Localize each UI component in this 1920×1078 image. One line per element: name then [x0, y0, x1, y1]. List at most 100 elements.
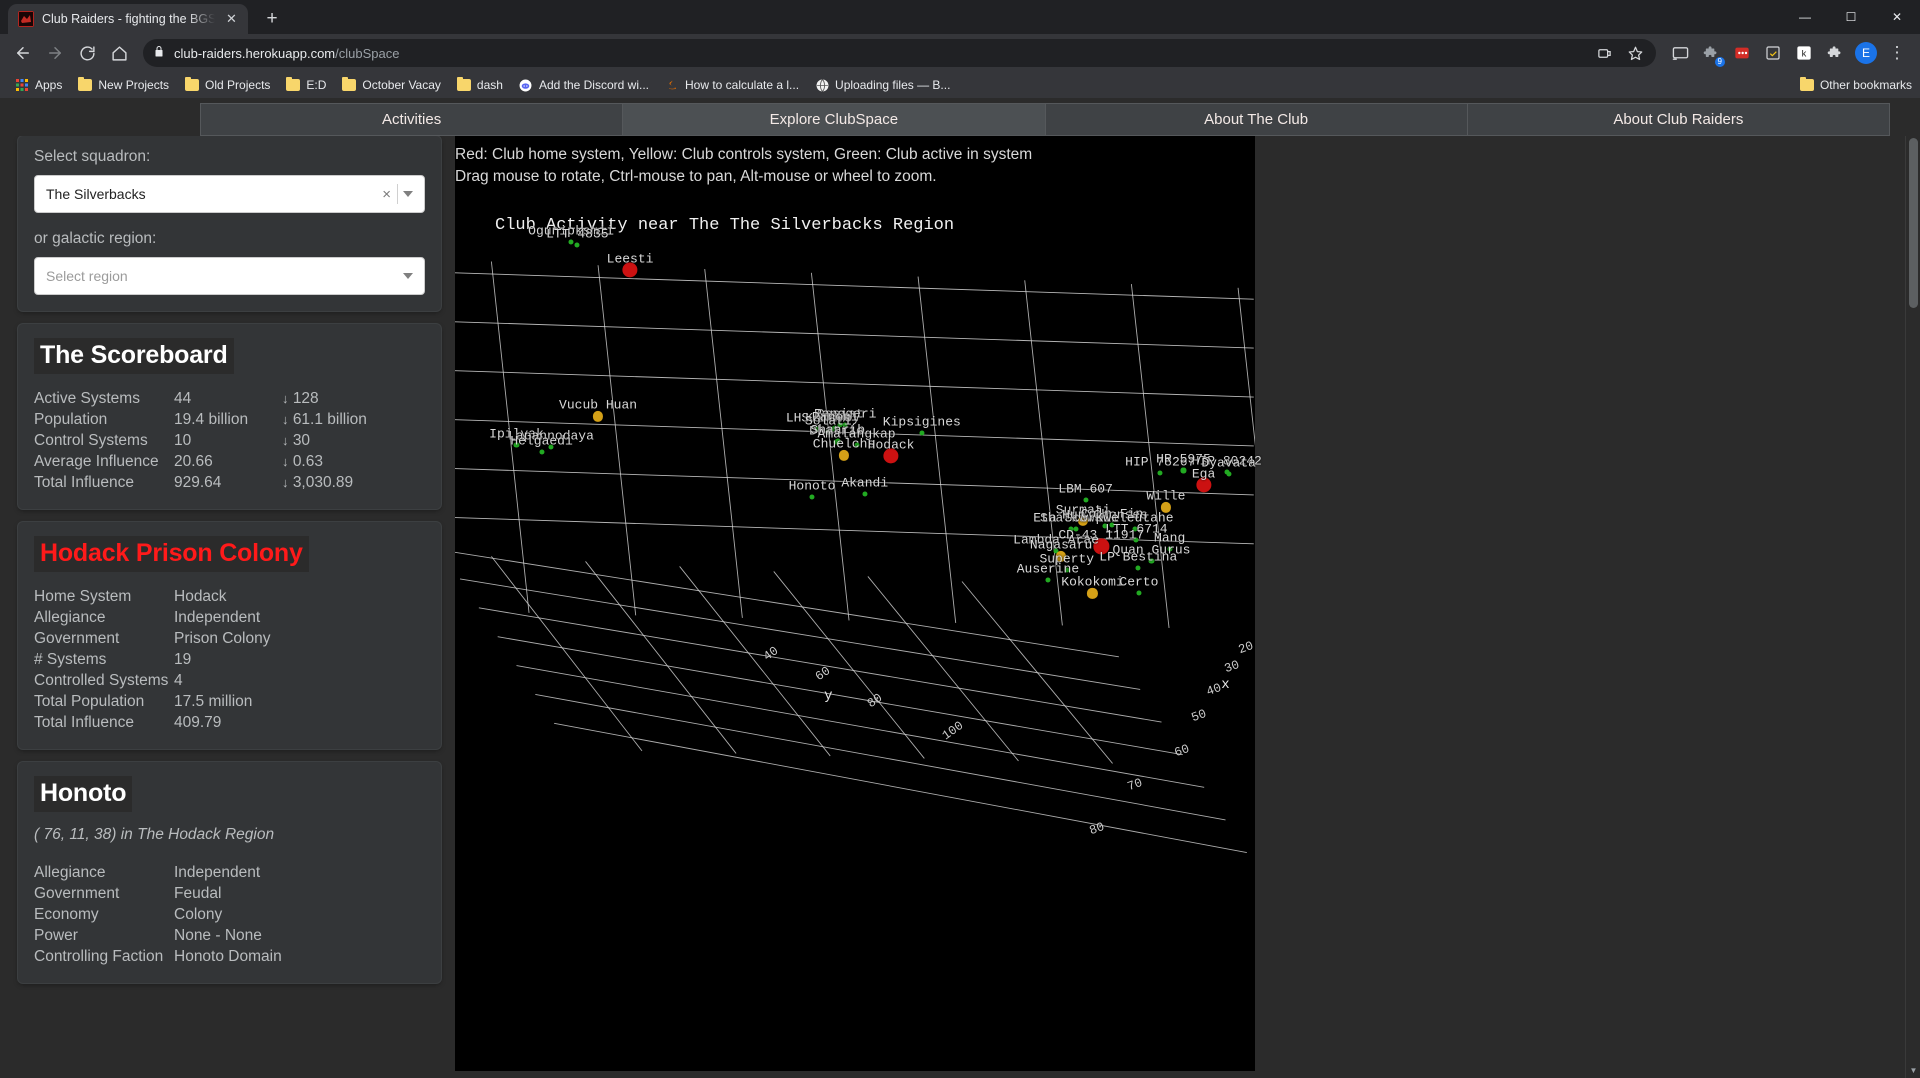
bookmark-october-vacay[interactable]: October Vacay [335, 75, 447, 95]
extension-puzzle-icon[interactable]: 9 [1696, 38, 1726, 68]
row-key: # Systems [34, 650, 107, 668]
profile-avatar[interactable]: E [1851, 38, 1881, 68]
scoreboard-table: Active Systems 44 ↓ 128 Population 19.4 … [34, 388, 425, 493]
table-row: Controlling Faction Honoto Domain [34, 946, 425, 967]
page-scrollbar[interactable]: ▲ ▼ [1905, 136, 1920, 1078]
lastpass-icon[interactable] [1727, 38, 1757, 68]
bookmark-label: Add the Discord wi... [538, 78, 649, 92]
clear-icon[interactable]: × [376, 186, 397, 203]
other-bookmarks[interactable]: Other bookmarks [1793, 75, 1912, 95]
forward-icon[interactable] [40, 38, 70, 68]
system-label: Akandi [841, 475, 889, 491]
globe-icon [815, 78, 829, 92]
row-delta: ↓ 61.1 billion [282, 409, 425, 430]
folder-icon [456, 76, 471, 92]
table-row: Power None - None [34, 925, 425, 946]
squadron-value: The Silverbacks [46, 186, 146, 202]
row-key: Population [34, 410, 108, 428]
close-icon[interactable]: ✕ [223, 11, 240, 28]
bookmark-old-projects[interactable]: Old Projects [178, 75, 277, 95]
row-key: Total Population [34, 692, 145, 710]
chevron-down-icon[interactable] [403, 191, 413, 197]
system-label: Vucub Huan [559, 397, 638, 413]
tab-activities[interactable]: Activities [200, 103, 624, 136]
row-value: Hodack [174, 587, 227, 605]
system-label: LP Bestina [1099, 549, 1178, 565]
address-bar[interactable]: club-raiders.herokuapp.com/clubSpace [143, 39, 1656, 67]
row-delta: ↓ 3,030.89 [282, 472, 425, 493]
bookmark-how-to-calculate[interactable]: How to calculate a l... [658, 75, 806, 95]
region-select[interactable]: Select region [34, 257, 425, 295]
other-bookmarks-label: Other bookmarks [1819, 78, 1912, 92]
bookmark-uploading-files[interactable]: Uploading files — B... [808, 75, 957, 95]
svg-text:k: k [1802, 48, 1807, 58]
bookmark-label: New Projects [98, 78, 170, 92]
tab-about-the-club[interactable]: About The Club [1045, 103, 1468, 136]
tab-explore-clubspace[interactable]: Explore ClubSpace [623, 103, 1046, 136]
galaxy-3d-plot[interactable]: Red: Club home system, Yellow: Club cont… [455, 136, 1262, 1071]
table-row: Total Influence 409.79 [34, 712, 425, 733]
bookmark-label: dash [476, 78, 503, 92]
folder-icon [286, 76, 301, 92]
browser-tab[interactable]: Club Raiders - fighting the BGS w ✕ [8, 4, 248, 34]
folder-icon [78, 76, 93, 92]
bookmark-new-projects[interactable]: New Projects [71, 75, 176, 95]
browser-toolbar: club-raiders.herokuapp.com/clubSpace 9 k… [0, 34, 1920, 72]
row-key: Control Systems [34, 431, 148, 449]
bookmark-ed[interactable]: E:D [279, 75, 333, 95]
tab-strip: Club Raiders - fighting the BGS w ✕ + — … [0, 0, 1920, 34]
kite-extension-icon[interactable]: k [1789, 38, 1819, 68]
system-table: Allegiance Independent Government Feudal E… [34, 862, 425, 967]
table-row: Controlled Systems 4 [34, 670, 425, 691]
system-label: Leesti [606, 251, 654, 267]
row-value: 19.4 billion [174, 410, 249, 428]
nav-tab-label: Explore ClubSpace [769, 111, 899, 128]
chevron-down-icon[interactable] [403, 273, 413, 279]
minimize-icon[interactable]: — [1782, 0, 1828, 34]
bookmark-discord[interactable]: Add the Discord wi... [512, 75, 656, 95]
window-controls: — ☐ ✕ [1782, 0, 1920, 34]
table-row: Economy Colony [34, 904, 425, 925]
bookmark-star-icon[interactable] [1624, 42, 1646, 64]
row-delta: ↓ 128 [282, 388, 425, 409]
system-title-wrap: Honoto [34, 776, 133, 812]
tab-about-club-raiders[interactable]: About Club Raiders [1467, 103, 1890, 136]
bookmark-apps[interactable]: Apps [8, 75, 69, 95]
bookmark-dash[interactable]: dash [450, 75, 510, 95]
reload-icon[interactable] [72, 38, 102, 68]
new-tab-button[interactable]: + [258, 5, 286, 33]
table-row: Active Systems 44 ↓ 128 [34, 388, 425, 409]
nav-tab-label: About Club Raiders [1613, 111, 1744, 128]
squadron-select[interactable]: The Silverbacks × [34, 175, 425, 213]
window-close-icon[interactable]: ✕ [1874, 0, 1920, 34]
scrollbar-thumb[interactable] [1909, 138, 1918, 308]
table-row: Control Systems 10 ↓ 30 [34, 430, 425, 451]
share-icon[interactable] [1593, 42, 1615, 64]
bookmarks-bar: Apps New Projects Old Projects E:D Octob… [0, 72, 1920, 98]
row-value: Prison Colony [174, 629, 271, 647]
folder-icon [185, 76, 200, 92]
row-delta-value: 3,030.89 [292, 473, 354, 491]
row-key: Allegiance [34, 863, 106, 881]
home-icon[interactable] [104, 38, 134, 68]
maximize-icon[interactable]: ☐ [1828, 0, 1874, 34]
row-value: 19 [174, 650, 192, 668]
extensions-icon[interactable] [1820, 38, 1850, 68]
system-label: Chuelchs [812, 436, 876, 452]
back-icon[interactable] [8, 38, 38, 68]
scroll-down-icon[interactable]: ▼ [1906, 1063, 1920, 1078]
bookmark-label: Apps [35, 78, 63, 92]
system-label: Kokokomi [1061, 574, 1124, 590]
x-axis-label: x [1221, 677, 1230, 694]
browser-menu-icon[interactable]: ⋮ [1882, 38, 1912, 68]
system-label: Auserine [1016, 561, 1080, 577]
bookmark-label: October Vacay [362, 78, 441, 92]
row-key: Controlled Systems [34, 671, 169, 689]
url-text: club-raiders.herokuapp.com/clubSpace [174, 46, 1584, 61]
system-label: Certo [1119, 574, 1159, 590]
notes-pencil-icon[interactable] [1758, 38, 1788, 68]
row-value: Independent [174, 608, 261, 626]
row-key: Allegiance [34, 608, 106, 626]
system-label: Wille [1146, 488, 1186, 504]
cast-icon[interactable] [1665, 38, 1695, 68]
